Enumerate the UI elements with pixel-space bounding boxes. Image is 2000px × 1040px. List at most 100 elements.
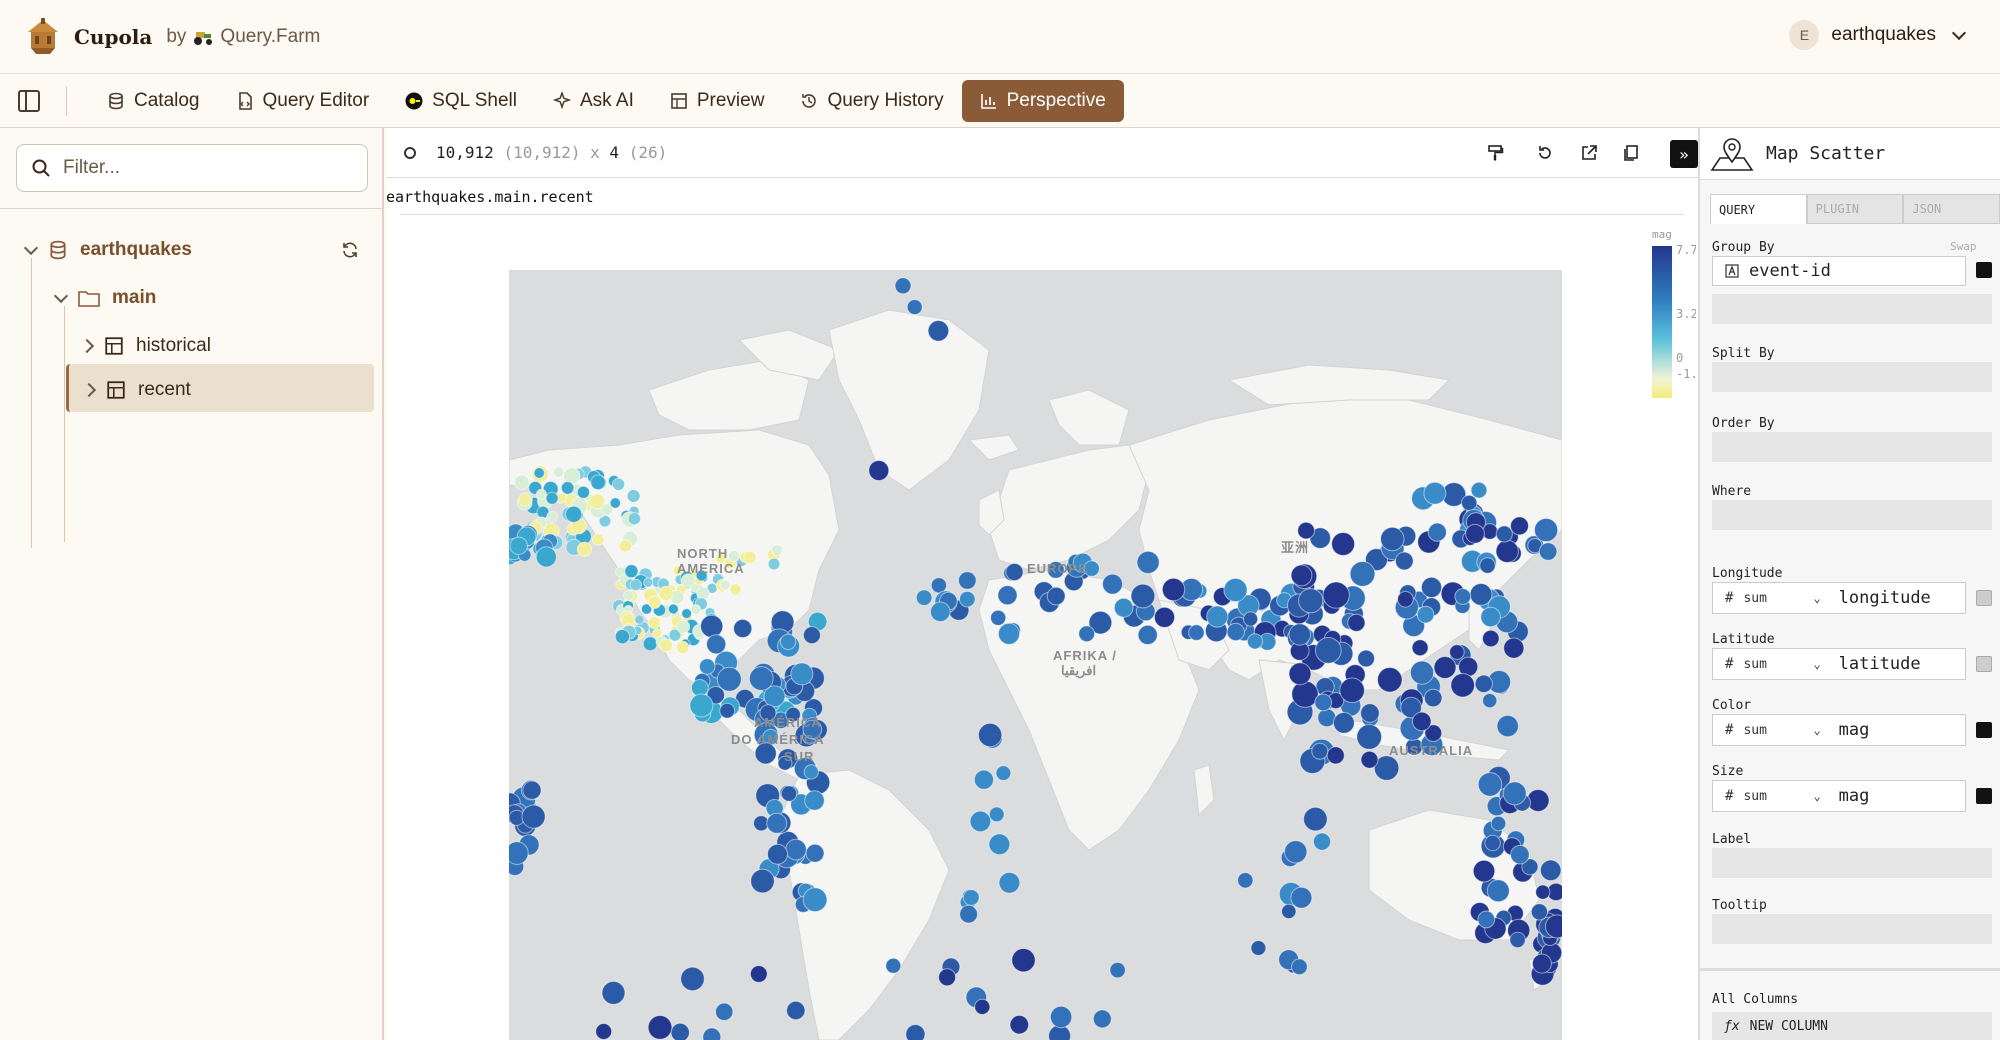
earthquake-point[interactable] [1380, 526, 1405, 552]
earthquake-point[interactable] [1482, 693, 1498, 709]
earthquake-point[interactable] [576, 541, 593, 557]
where-drop-zone[interactable] [1712, 500, 1992, 530]
earthquake-point[interactable] [779, 633, 797, 650]
earthquake-point[interactable] [1538, 542, 1558, 561]
earthquake-point[interactable] [590, 474, 606, 491]
earthquake-point[interactable] [1420, 576, 1443, 598]
earthquake-point[interactable] [648, 595, 662, 609]
earthquake-point[interactable] [1153, 606, 1176, 628]
earthquake-point[interactable] [1539, 859, 1562, 882]
earthquake-point[interactable] [770, 544, 783, 557]
tree-table-historical[interactable]: historical [79, 324, 211, 368]
earthquake-point[interactable] [1496, 714, 1519, 738]
tab-preview[interactable]: Preview [652, 80, 783, 122]
earthquake-point[interactable] [681, 608, 693, 619]
tab-plugin[interactable]: PLUGIN [1806, 194, 1904, 224]
earthquake-point[interactable] [1490, 815, 1507, 832]
earthquake-point[interactable] [974, 998, 991, 1016]
tab-ask-ai[interactable]: Ask AI [535, 80, 652, 122]
earthquake-point[interactable] [1360, 750, 1379, 769]
earthquake-point[interactable] [767, 843, 788, 865]
earthquake-point[interactable] [1477, 910, 1496, 929]
earthquake-point[interactable] [702, 1027, 722, 1040]
earthquake-point[interactable] [1137, 624, 1158, 645]
earthquake-point[interactable] [959, 590, 976, 608]
earthquake-point[interactable] [1314, 693, 1333, 712]
earthquake-point[interactable] [612, 477, 626, 491]
color-field[interactable]: # sum ⌄ mag [1712, 714, 1966, 746]
earthquake-point[interactable] [1290, 886, 1313, 909]
earthquake-point[interactable] [1049, 1005, 1073, 1029]
earthquake-point[interactable] [1113, 597, 1134, 618]
earthquake-point[interactable] [1461, 494, 1478, 512]
earthquake-point[interactable] [618, 539, 633, 553]
earthquake-point[interactable] [1109, 961, 1126, 979]
earthquake-point[interactable] [716, 666, 742, 692]
earthquake-point[interactable] [1250, 940, 1267, 956]
earthquake-point[interactable] [767, 557, 781, 571]
earthquake-point[interactable] [1046, 586, 1066, 606]
earthquake-point[interactable] [1297, 521, 1315, 540]
earthquake-point[interactable] [1092, 1009, 1112, 1029]
earthquake-point[interactable] [1136, 550, 1160, 574]
latitude-checkbox[interactable] [1976, 656, 1992, 672]
user-menu[interactable]: E earthquakes [1789, 20, 1967, 50]
earthquake-point[interactable] [997, 622, 1021, 645]
earthquake-point[interactable] [1509, 931, 1526, 949]
earthquake-point[interactable] [868, 460, 890, 481]
earthquake-point[interactable] [959, 904, 979, 924]
earthquake-point[interactable] [885, 957, 902, 974]
by-brand[interactable]: by Query.Farm [166, 26, 320, 48]
earthquake-point[interactable] [1495, 525, 1513, 543]
earthquake-point[interactable] [803, 764, 819, 780]
size-checkbox[interactable] [1976, 788, 1992, 804]
earthquake-point[interactable] [1226, 622, 1245, 642]
longitude-field[interactable]: # sum ⌄ longitude [1712, 582, 1966, 614]
earthquake-point[interactable] [546, 510, 559, 523]
earthquake-point[interactable] [1472, 859, 1496, 883]
earthquake-point[interactable] [689, 693, 714, 718]
new-column-button[interactable]: ƒx NEW COLUMN [1712, 1012, 1992, 1040]
export-icon[interactable] [1578, 142, 1600, 164]
earthquake-point[interactable] [766, 812, 788, 834]
earthquake-point[interactable] [676, 619, 691, 634]
earthquake-point[interactable] [1465, 523, 1485, 544]
earthquake-point[interactable] [614, 629, 631, 645]
earthquake-point[interactable] [1477, 772, 1503, 797]
earthquake-point[interactable] [997, 585, 1018, 606]
earthquake-point[interactable] [1510, 516, 1529, 536]
size-field[interactable]: # sum ⌄ mag [1712, 780, 1966, 812]
earthquake-point[interactable] [729, 583, 742, 596]
earthquake-point[interactable] [990, 609, 1007, 626]
color-checkbox[interactable] [1976, 722, 1992, 738]
tab-query-editor[interactable]: Query Editor [218, 80, 388, 122]
earthquake-point[interactable] [998, 871, 1021, 894]
earthquake-point[interactable] [1291, 958, 1308, 976]
earthquake-point[interactable] [1311, 742, 1329, 760]
earthquake-point[interactable] [623, 589, 635, 601]
earthquake-point[interactable] [659, 638, 673, 653]
aggregate-select[interactable]: sum [1743, 591, 1803, 606]
earthquake-point[interactable] [658, 585, 674, 601]
earthquake-point[interactable] [1427, 522, 1447, 542]
earthquake-point[interactable] [733, 618, 753, 639]
earthquake-point[interactable] [670, 1022, 690, 1040]
earthquake-point[interactable] [513, 474, 530, 491]
earthquake-point[interactable] [1290, 564, 1313, 587]
earthquake-point[interactable] [1303, 806, 1328, 832]
earthquake-point[interactable] [647, 1015, 673, 1040]
earthquake-point[interactable] [518, 492, 533, 507]
earthquake-point[interactable] [719, 702, 736, 719]
tab-sql-shell[interactable]: SQL Shell [387, 80, 535, 122]
earthquake-point[interactable] [643, 577, 654, 588]
tab-query[interactable]: QUERY [1710, 194, 1807, 224]
aggregate-select[interactable]: sum [1743, 723, 1803, 738]
earthquake-point[interactable] [1484, 834, 1501, 852]
earthquake-point[interactable] [1474, 674, 1493, 693]
earthquake-point[interactable] [973, 769, 994, 790]
earthquake-point[interactable] [624, 564, 639, 579]
earthquake-point[interactable] [785, 838, 807, 861]
earthquake-point[interactable] [1331, 532, 1356, 556]
earthquake-point[interactable] [1237, 872, 1254, 889]
earthquake-point[interactable] [1349, 561, 1376, 587]
